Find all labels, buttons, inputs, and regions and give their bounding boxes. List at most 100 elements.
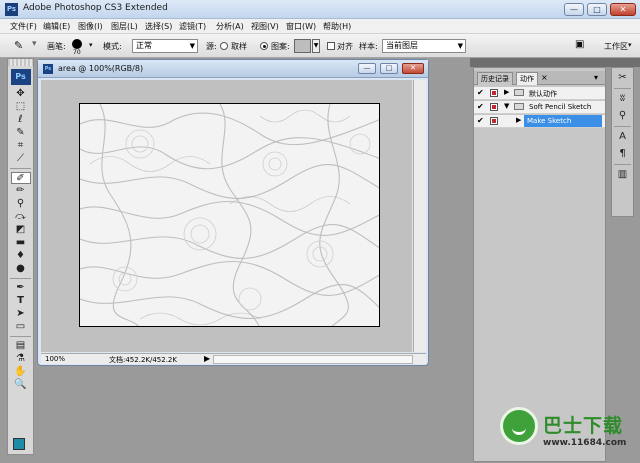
tool-presets-icon[interactable]: ✂ <box>614 71 631 85</box>
mode-label: 模式: <box>103 42 122 51</box>
vertical-scrollbar[interactable] <box>413 80 426 352</box>
healing-brush-tool-icon[interactable]: ✎ <box>14 39 23 52</box>
quick-select-icon[interactable]: ✎ <box>11 127 31 139</box>
check-icon[interactable]: ✔ <box>477 103 485 111</box>
zoom-level[interactable]: 100% <box>45 355 65 363</box>
mode-select-value: 正常 <box>136 41 152 50</box>
menu-filter[interactable]: 滤镜(T) <box>179 21 206 32</box>
minimize-button[interactable]: — <box>564 3 584 16</box>
brush-tip-preview[interactable] <box>72 39 82 49</box>
dialog-toggle[interactable] <box>490 117 498 125</box>
check-icon[interactable]: ✔ <box>477 117 485 125</box>
slice-icon[interactable]: ⟋ <box>11 153 31 165</box>
action-label-selected: Make Sketch <box>524 115 602 127</box>
menu-window[interactable]: 窗口(W) <box>286 21 316 32</box>
sample-label: 样本: <box>359 42 378 51</box>
brushes-icon[interactable]: ʬ <box>614 92 631 106</box>
expand-icon[interactable]: ▶ <box>504 88 509 96</box>
doc-maximize-button[interactable]: □ <box>380 63 398 74</box>
mode-select[interactable]: 正常 ▼ <box>132 39 198 53</box>
type-icon[interactable]: T <box>11 295 31 307</box>
horizontal-scrollbar[interactable] <box>213 355 413 364</box>
close-button[interactable]: ✕ <box>610 3 636 16</box>
doc-close-button[interactable]: ✕ <box>402 63 424 74</box>
menu-help[interactable]: 帮助(H) <box>323 21 351 32</box>
document-title: area @ 100%(RGB/8) <box>58 64 144 73</box>
path-select-icon[interactable]: ➤ <box>11 308 31 320</box>
pattern-dropdown-icon[interactable]: ▼ <box>312 39 320 53</box>
clone-source-icon[interactable]: ⚲ <box>614 109 631 123</box>
healing-brush-icon[interactable]: ✐ <box>10 172 31 184</box>
pen-icon[interactable]: ✒ <box>11 282 31 294</box>
clone-stamp-icon[interactable]: ⚲ <box>11 198 31 210</box>
lasso-icon[interactable]: ℓ <box>11 114 31 126</box>
status-menu-arrow-icon[interactable]: ▶ <box>204 354 210 363</box>
history-brush-icon[interactable]: ⤼ <box>11 211 31 223</box>
source-pattern-radio[interactable] <box>260 42 268 50</box>
menu-select[interactable]: 选择(S) <box>145 21 172 32</box>
character-icon[interactable]: A <box>614 130 631 144</box>
tab-history[interactable]: 历史记录 <box>477 72 513 85</box>
action-set-row[interactable]: ✔ ▼ Soft Pencil Sketch <box>474 101 605 114</box>
marquee-icon[interactable]: ⬚ <box>11 101 31 113</box>
window-title: Adobe Photoshop CS3 Extended <box>23 3 168 13</box>
brush-icon[interactable]: ✏ <box>11 185 31 197</box>
collapsed-panel-dock: ✂ ʬ ⚲ A ¶ ▥ <box>611 67 634 217</box>
crop-icon[interactable]: ⌗ <box>11 140 31 152</box>
tab-close-icon[interactable]: × <box>541 73 548 82</box>
pattern-picker-swatch[interactable] <box>294 39 311 53</box>
maximize-button[interactable]: □ <box>587 3 607 16</box>
aligned-checkbox[interactable] <box>327 42 335 50</box>
tool-preset-dropdown-icon[interactable]: ▾ <box>32 39 37 49</box>
blur-icon[interactable]: ♦ <box>11 250 31 262</box>
action-row[interactable]: ✔ ▶ Make Sketch <box>474 115 605 128</box>
workspace-dropdown-icon[interactable]: ▾ <box>628 41 632 49</box>
hand-icon[interactable]: ✋ <box>11 366 31 378</box>
watermark-title: 巴士下载 <box>543 415 624 437</box>
menu-analysis[interactable]: 分析(A) <box>216 21 244 32</box>
menu-layer[interactable]: 图层(L) <box>111 21 138 32</box>
panel-dock-header <box>470 58 640 67</box>
sample-select[interactable]: 当前图层 ▼ <box>382 39 466 53</box>
check-icon[interactable]: ✔ <box>477 89 485 97</box>
photoshop-app-icon: Ps <box>5 3 18 16</box>
photoshop-logo: Ps <box>10 69 31 85</box>
title-bar: Ps Adobe Photoshop CS3 Extended — □ ✕ <box>0 0 640 19</box>
menu-file[interactable]: 文件(F) <box>10 21 37 32</box>
expand-icon[interactable]: ▶ <box>516 116 521 124</box>
brush-dropdown-icon[interactable]: ▾ <box>89 41 93 49</box>
panel-grip[interactable] <box>8 59 33 66</box>
action-set-row[interactable]: ✔ ▶ 默认动作 <box>474 87 605 100</box>
dodge-icon[interactable]: ● <box>11 263 31 275</box>
document-title-bar[interactable]: Ps area @ 100%(RGB/8) — □ ✕ <box>38 60 428 78</box>
eraser-icon[interactable]: ◩ <box>11 224 31 236</box>
notes-icon[interactable]: ▤ <box>11 340 31 352</box>
menu-image[interactable]: 图像(I) <box>78 21 103 32</box>
swirl-texture <box>80 104 379 326</box>
document-status-bar: 100% 文档:452.2K/452.2K ▶ <box>41 353 426 364</box>
menu-edit[interactable]: 编辑(E) <box>43 21 70 32</box>
palette-well-icon[interactable]: ▣ <box>575 39 584 50</box>
menu-view[interactable]: 视图(V) <box>251 21 279 32</box>
panel-tabs: 历史记录 动作 × ▾ <box>474 71 605 85</box>
actions-panel: 历史记录 动作 × ▾ ✔ ▶ 默认动作 ✔ ▼ Soft Pencil Ske… <box>473 67 606 462</box>
zoom-icon[interactable]: 🔍 <box>11 379 31 391</box>
collapse-icon[interactable]: ▼ <box>504 102 509 110</box>
tab-actions[interactable]: 动作 <box>516 72 538 85</box>
doc-minimize-button[interactable]: — <box>358 63 376 74</box>
shape-icon[interactable]: ▭ <box>11 321 31 333</box>
layer-comps-icon[interactable]: ▥ <box>614 168 631 182</box>
folder-icon <box>514 89 524 96</box>
source-sampled-radio[interactable] <box>220 42 228 50</box>
panel-menu-icon[interactable]: ▾ <box>594 73 598 82</box>
foreground-color-swatch[interactable] <box>13 438 25 450</box>
paragraph-icon[interactable]: ¶ <box>614 147 631 161</box>
site-watermark: 巴士下载 www.11684.com <box>488 405 640 463</box>
document-image[interactable] <box>79 103 380 327</box>
dialog-toggle[interactable] <box>490 103 498 111</box>
eyedropper-icon[interactable]: ⚗ <box>11 353 31 365</box>
workspace-menu[interactable]: 工作区 <box>604 41 628 52</box>
dialog-toggle[interactable] <box>490 89 498 97</box>
gradient-icon[interactable]: ▬ <box>11 237 31 249</box>
move-icon[interactable]: ✥ <box>11 88 31 100</box>
